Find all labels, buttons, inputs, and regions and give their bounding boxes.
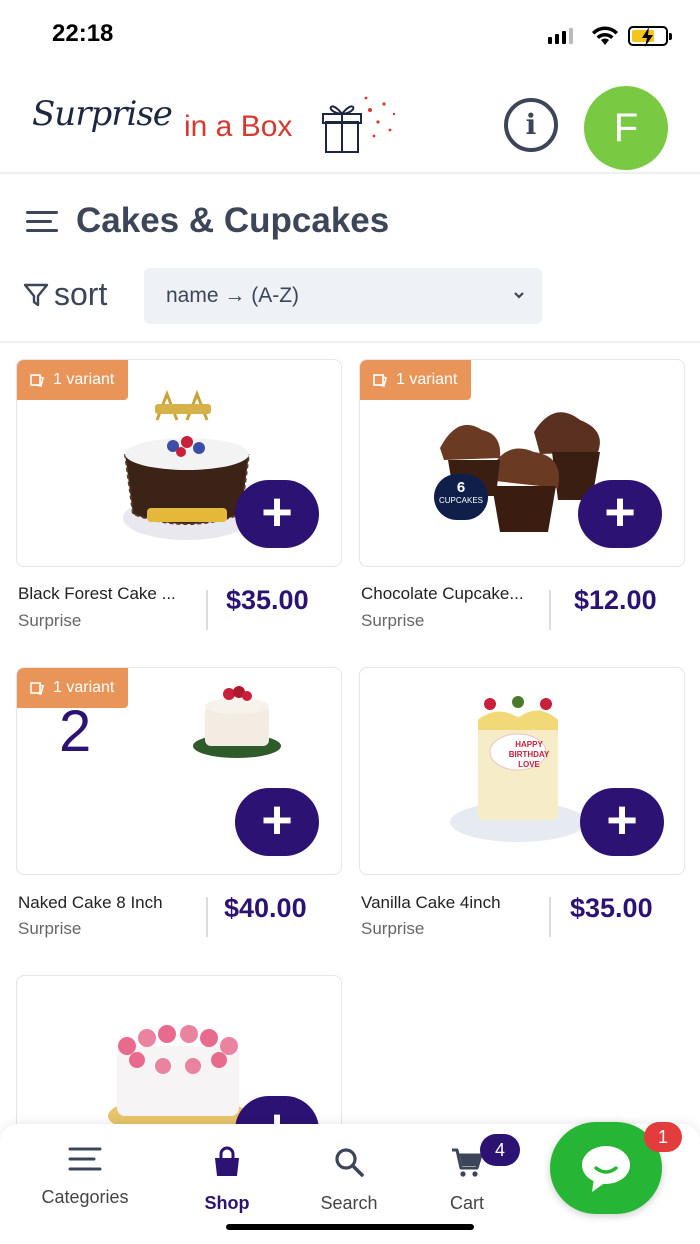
- sort-select-value: name → (A-Z): [166, 284, 300, 307]
- product-name[interactable]: Chocolate Cupcake...: [361, 584, 557, 604]
- plus-icon: +: [261, 482, 293, 542]
- filter-icon: [23, 283, 49, 306]
- nav-categories[interactable]: Categories: [20, 1146, 150, 1208]
- naked-cake-image: [193, 686, 281, 758]
- store-logo[interactable]: Surprise in a Box: [30, 86, 402, 162]
- variant-badge-text: 1 variant: [53, 679, 115, 696]
- home-indicator: [226, 1224, 474, 1230]
- plus-icon: +: [261, 790, 293, 850]
- variant-badge-text: 1 variant: [396, 371, 458, 388]
- shopping-bag-icon: [215, 1146, 239, 1176]
- product-vendor: Surprise: [18, 919, 82, 938]
- user-avatar[interactable]: F: [584, 86, 668, 170]
- price-divider: [206, 590, 208, 630]
- price-divider: [549, 897, 551, 937]
- product-vendor: Surprise: [361, 611, 425, 630]
- sort-row: sort name → (A-Z): [22, 268, 682, 324]
- product-name[interactable]: Vanilla Cake 4inch: [361, 893, 557, 913]
- variant-badge: 1 variant: [17, 360, 129, 400]
- avatar-initial: F: [613, 105, 639, 150]
- categories-menu-icon[interactable]: [26, 205, 58, 238]
- product-card-vanilla-cake[interactable]: HAPPY BIRTHDAY LOVE +: [359, 667, 685, 875]
- product-card-black-forest[interactable]: 1 variant +: [16, 359, 342, 567]
- info-button[interactable]: i: [504, 98, 558, 152]
- price-divider: [206, 897, 208, 937]
- cupcake-count-sticker: 6 CUPCAKES: [434, 474, 488, 520]
- add-to-cart-button[interactable]: +: [235, 480, 319, 548]
- chat-bubble-icon: [582, 1146, 630, 1192]
- nav-label: Search: [320, 1193, 378, 1213]
- status-bar: 22:18: [0, 0, 700, 68]
- nav-search[interactable]: Search: [284, 1146, 414, 1214]
- nav-shop[interactable]: Shop: [162, 1146, 292, 1214]
- variant-badge: 1 variant: [360, 360, 472, 400]
- product-name[interactable]: Black Forest Cake ...: [18, 584, 214, 604]
- divider: [0, 341, 700, 343]
- variants-icon: [30, 374, 44, 387]
- chat-notification-badge: 1: [644, 1122, 682, 1152]
- logo-text: in a Box: [184, 110, 293, 143]
- product-price: $12.00: [574, 585, 657, 615]
- plus-icon: +: [606, 790, 638, 850]
- cart-icon: [452, 1148, 483, 1177]
- cart-count-badge: 4: [480, 1134, 520, 1166]
- product-vendor: Surprise: [361, 919, 425, 938]
- product-card-chocolate-cupcake[interactable]: 1 variant 6 CUPCAKES +: [359, 359, 685, 567]
- cellular-signal-icon: [548, 28, 573, 44]
- nav-cart[interactable]: Cart 4: [402, 1134, 532, 1214]
- price-divider: [549, 590, 551, 630]
- add-to-cart-button[interactable]: +: [580, 788, 664, 856]
- status-time: 22:18: [52, 20, 114, 47]
- product-card-pink-rose-cake[interactable]: +: [16, 975, 342, 1135]
- product-vendor: Surprise: [18, 611, 82, 630]
- product-name[interactable]: Naked Cake 8 Inch: [18, 893, 214, 913]
- add-to-cart-button[interactable]: +: [235, 788, 319, 856]
- wifi-icon: [592, 26, 618, 45]
- sort-label: sort: [22, 276, 107, 313]
- product-price: $35.00: [226, 585, 309, 615]
- cake-topper-text: HAPPY BIRTHDAY LOVE: [508, 740, 550, 769]
- info-icon: i: [525, 108, 537, 141]
- sort-select[interactable]: name → (A-Z): [144, 268, 542, 324]
- product-price: $40.00: [224, 893, 307, 923]
- gift-box-icon: [322, 96, 396, 153]
- page-title-row: Cakes & Cupcakes: [26, 196, 389, 246]
- logo-script-text: Surprise: [32, 94, 173, 134]
- plus-icon: +: [604, 482, 636, 542]
- chevron-down-icon: [514, 292, 524, 299]
- add-to-cart-button[interactable]: +: [578, 480, 662, 548]
- black-forest-cake-image: [123, 390, 251, 540]
- sort-label-text: sort: [54, 276, 108, 312]
- variants-icon: [30, 682, 44, 695]
- battery-charging-icon: [628, 26, 672, 47]
- menu-icon: [68, 1147, 102, 1171]
- nav-label: Shop: [204, 1193, 250, 1213]
- app-header: Surprise in a Box i F: [0, 68, 700, 174]
- product-price: $35.00: [570, 893, 653, 923]
- nav-label: Cart: [449, 1193, 484, 1213]
- nav-label: Categories: [41, 1187, 129, 1207]
- cupcake-count: 6: [456, 479, 466, 496]
- product-card-naked-cake[interactable]: 1 variant 2 +: [16, 667, 342, 875]
- search-icon: [335, 1148, 364, 1177]
- variant-badge-text: 1 variant: [53, 371, 115, 388]
- overlay-number: 2: [59, 699, 92, 764]
- pink-rose-cake-image: [108, 1025, 248, 1134]
- cupcake-count-label: CUPCAKES: [438, 496, 483, 505]
- variants-icon: [373, 374, 387, 387]
- page-title: Cakes & Cupcakes: [76, 201, 390, 240]
